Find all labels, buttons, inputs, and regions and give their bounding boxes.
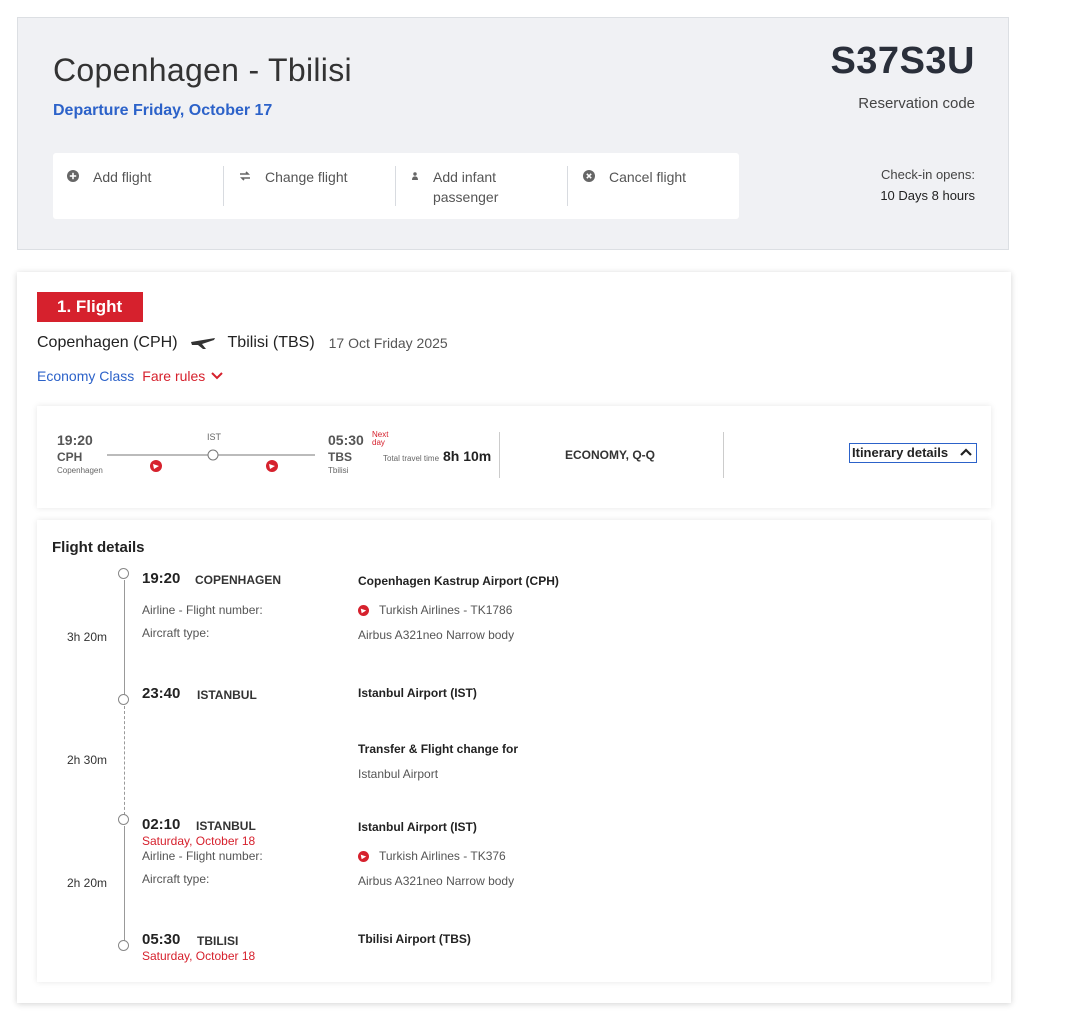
action-bar: Add flight Change flight Add infant pass… (53, 153, 739, 219)
total-duration: 8h 10m (443, 448, 492, 464)
next-day-badge: Next day (372, 430, 389, 447)
itinerary-details-button[interactable]: Itinerary details (849, 443, 977, 463)
details-title: Flight details (52, 539, 145, 556)
aircraft-label: Aircraft type: (142, 626, 210, 640)
transfer-title: Transfer & Flight change for (358, 742, 519, 756)
timeline-transfer (124, 706, 125, 820)
airline-logo-icon (150, 460, 162, 472)
airplane-icon (190, 338, 215, 349)
flight-route: Copenhagen (CPH) Tbilisi (TBS) 17 Oct Fr… (37, 334, 448, 352)
segment-city: TBILISI (197, 934, 239, 948)
aircraft-type: Airbus A321neo Narrow body (358, 874, 515, 888)
arrival-city: Tbilisi (328, 466, 349, 475)
fare-line: Economy Class Fare rules (37, 368, 224, 384)
segment-city: ISTANBUL (197, 688, 257, 702)
change-flight-button[interactable]: Change flight (239, 167, 348, 187)
segment-airline: Turkish Airlines - TK1786 (358, 603, 512, 617)
reservation-code: S37S3U (830, 40, 975, 82)
airline-flight-number: Turkish Airlines - TK376 (379, 849, 506, 863)
segment-date: Saturday, October 18 (142, 949, 256, 963)
swap-icon (240, 171, 250, 181)
reservation-code-label: Reservation code (858, 95, 975, 112)
stop-code: IST (207, 432, 222, 442)
airline-flight-number: Turkish Airlines - TK1786 (379, 603, 513, 617)
divider (723, 432, 724, 478)
segment-airport: Istanbul Airport (IST) (358, 820, 477, 834)
timeline-node (118, 568, 129, 579)
aircraft-type: Airbus A321neo Narrow body (358, 628, 515, 642)
departure-time: 19:20 (57, 432, 93, 448)
flight-badge: 1. Flight (37, 292, 143, 322)
segment-time: 19:20 (142, 570, 181, 587)
reservation-header: Copenhagen - Tbilisi Departure Friday, O… (17, 17, 1009, 250)
timeline-segment (124, 580, 125, 698)
segment-city: ISTANBUL (196, 819, 256, 833)
arrival-code: TBS (328, 450, 352, 464)
destination: Tbilisi (TBS) (227, 334, 315, 351)
timeline-node (118, 814, 129, 825)
itinerary-details-label: Itinerary details (852, 445, 949, 460)
origin: Copenhagen (CPH) (37, 334, 178, 351)
cabin-class: Economy Class (37, 368, 135, 384)
segment-city: COPENHAGEN (195, 573, 282, 587)
timeline-segment (124, 826, 125, 942)
transfer-place: Istanbul Airport (358, 767, 439, 781)
fare-rules-link[interactable]: Fare rules (142, 368, 205, 384)
airline-logo-icon (358, 850, 369, 862)
divider (223, 166, 224, 206)
segment-date: Saturday, October 18 (142, 834, 256, 848)
person-icon (411, 172, 418, 180)
x-circle-icon (583, 170, 595, 182)
airline-logo-icon (266, 460, 278, 472)
segment-duration: 2h 20m (67, 876, 108, 890)
add-infant-button[interactable]: Add infant passenger (411, 167, 521, 207)
add-flight-label: Add flight (93, 169, 152, 185)
segment-airline: Turkish Airlines - TK376 (358, 849, 506, 863)
segment-time: 02:10 (142, 816, 181, 833)
checkin-countdown: 10 Days 8 hours (880, 188, 975, 203)
divider (499, 432, 500, 478)
aircraft-label: Aircraft type: (142, 872, 210, 886)
timeline-node (118, 940, 129, 951)
total-travel-label: Total travel time (383, 454, 440, 463)
airline-logo-icon (358, 604, 369, 616)
fare-class: ECONOMY, Q-Q (565, 448, 656, 462)
chevron-up-icon (960, 448, 972, 456)
cancel-flight-button[interactable]: Cancel flight (583, 167, 686, 187)
departure-date: Departure Friday, October 17 (53, 102, 273, 119)
page-title: Copenhagen - Tbilisi (53, 52, 352, 88)
segment-time: 05:30 (142, 931, 181, 948)
departure-code: CPH (57, 450, 83, 464)
segment-airport: Tbilisi Airport (TBS) (358, 932, 471, 946)
flight-summary: 19:20 CPH Copenhagen IST 05:30 Next day … (37, 406, 991, 508)
cancel-flight-label: Cancel flight (609, 169, 687, 185)
segment-time: 23:40 (142, 685, 181, 702)
airline-label: Airline - Flight number: (142, 603, 263, 617)
add-flight-button[interactable]: Add flight (67, 167, 151, 187)
transfer-duration: 2h 30m (67, 753, 108, 767)
flight-card: 1. Flight Copenhagen (CPH) Tbilisi (TBS)… (17, 272, 1011, 1003)
flight-date: 17 Oct Friday 2025 (328, 335, 448, 351)
checkin-label: Check-in opens: (881, 167, 975, 182)
segment-airport: Istanbul Airport (IST) (358, 686, 477, 700)
divider (567, 166, 568, 206)
segment-airport: Copenhagen Kastrup Airport (CPH) (358, 574, 559, 588)
arrival-time: 05:30 (328, 432, 364, 448)
departure-city: Copenhagen (57, 466, 103, 475)
plus-circle-icon (67, 170, 79, 182)
airline-label: Airline - Flight number: (142, 849, 263, 863)
add-infant-label: Add infant passenger (432, 169, 499, 205)
change-flight-label: Change flight (265, 169, 348, 185)
flight-details-panel: Flight details 19:20 COPENHAGEN Copenhag… (37, 520, 991, 982)
segment-duration: 3h 20m (67, 630, 108, 644)
chevron-down-icon[interactable] (211, 372, 224, 380)
timeline-node (118, 694, 129, 705)
divider (395, 166, 396, 206)
